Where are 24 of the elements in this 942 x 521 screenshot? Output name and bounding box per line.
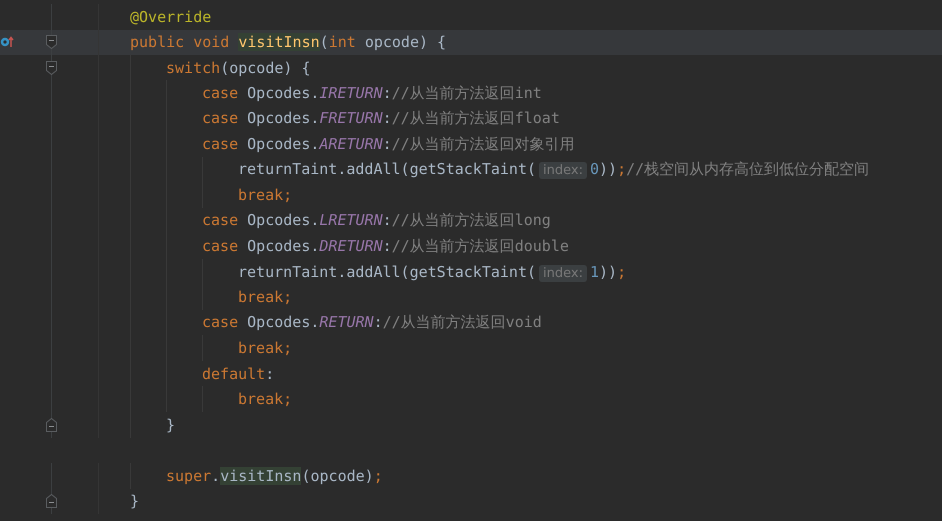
code-line: case Opcodes.FRETURN://从当前方法返回float: [202, 109, 560, 128]
code-line: break;: [238, 390, 292, 408]
code-line: case Opcodes.DRETURN://从当前方法返回double: [202, 236, 569, 256]
code-line: case Opcodes.ARETURN://从当前方法返回对象引用: [202, 134, 575, 154]
code-line: case Opcodes.IRETURN://从当前方法返回int: [202, 84, 542, 103]
code-line: public void visitInsn(int opcode) {: [130, 33, 446, 52]
fold-marker-icon[interactable]: [46, 494, 57, 508]
override-marker-icon[interactable]: [0, 36, 14, 48]
fold-marker-icon[interactable]: [46, 60, 57, 75]
fold-marker-icon[interactable]: [46, 418, 57, 432]
code-line: default:: [202, 364, 274, 383]
code-line: case Opcodes.LRETURN://从当前方法返回long: [202, 211, 551, 230]
code-line: @Override: [130, 8, 212, 26]
code-line: returnTaint.addAll(getStackTaint( index: 1));: [238, 262, 626, 281]
code-line: }: [130, 492, 140, 510]
code-line: super.visitInsn(opcode);: [166, 466, 383, 485]
fold-marker-icon[interactable]: [46, 35, 57, 50]
code-line: case Opcodes.RETURN://从当前方法返回void: [202, 313, 542, 332]
code-line: break;: [238, 288, 292, 306]
code-line: break;: [238, 339, 292, 358]
code-line: }: [166, 416, 176, 434]
code-line: switch(opcode) {: [166, 58, 310, 77]
code-line: break;: [238, 186, 292, 204]
code-line: returnTaint.addAll(getStackTaint( index: 0));//栈空间从内存高位到低位分配空间: [238, 160, 870, 180]
